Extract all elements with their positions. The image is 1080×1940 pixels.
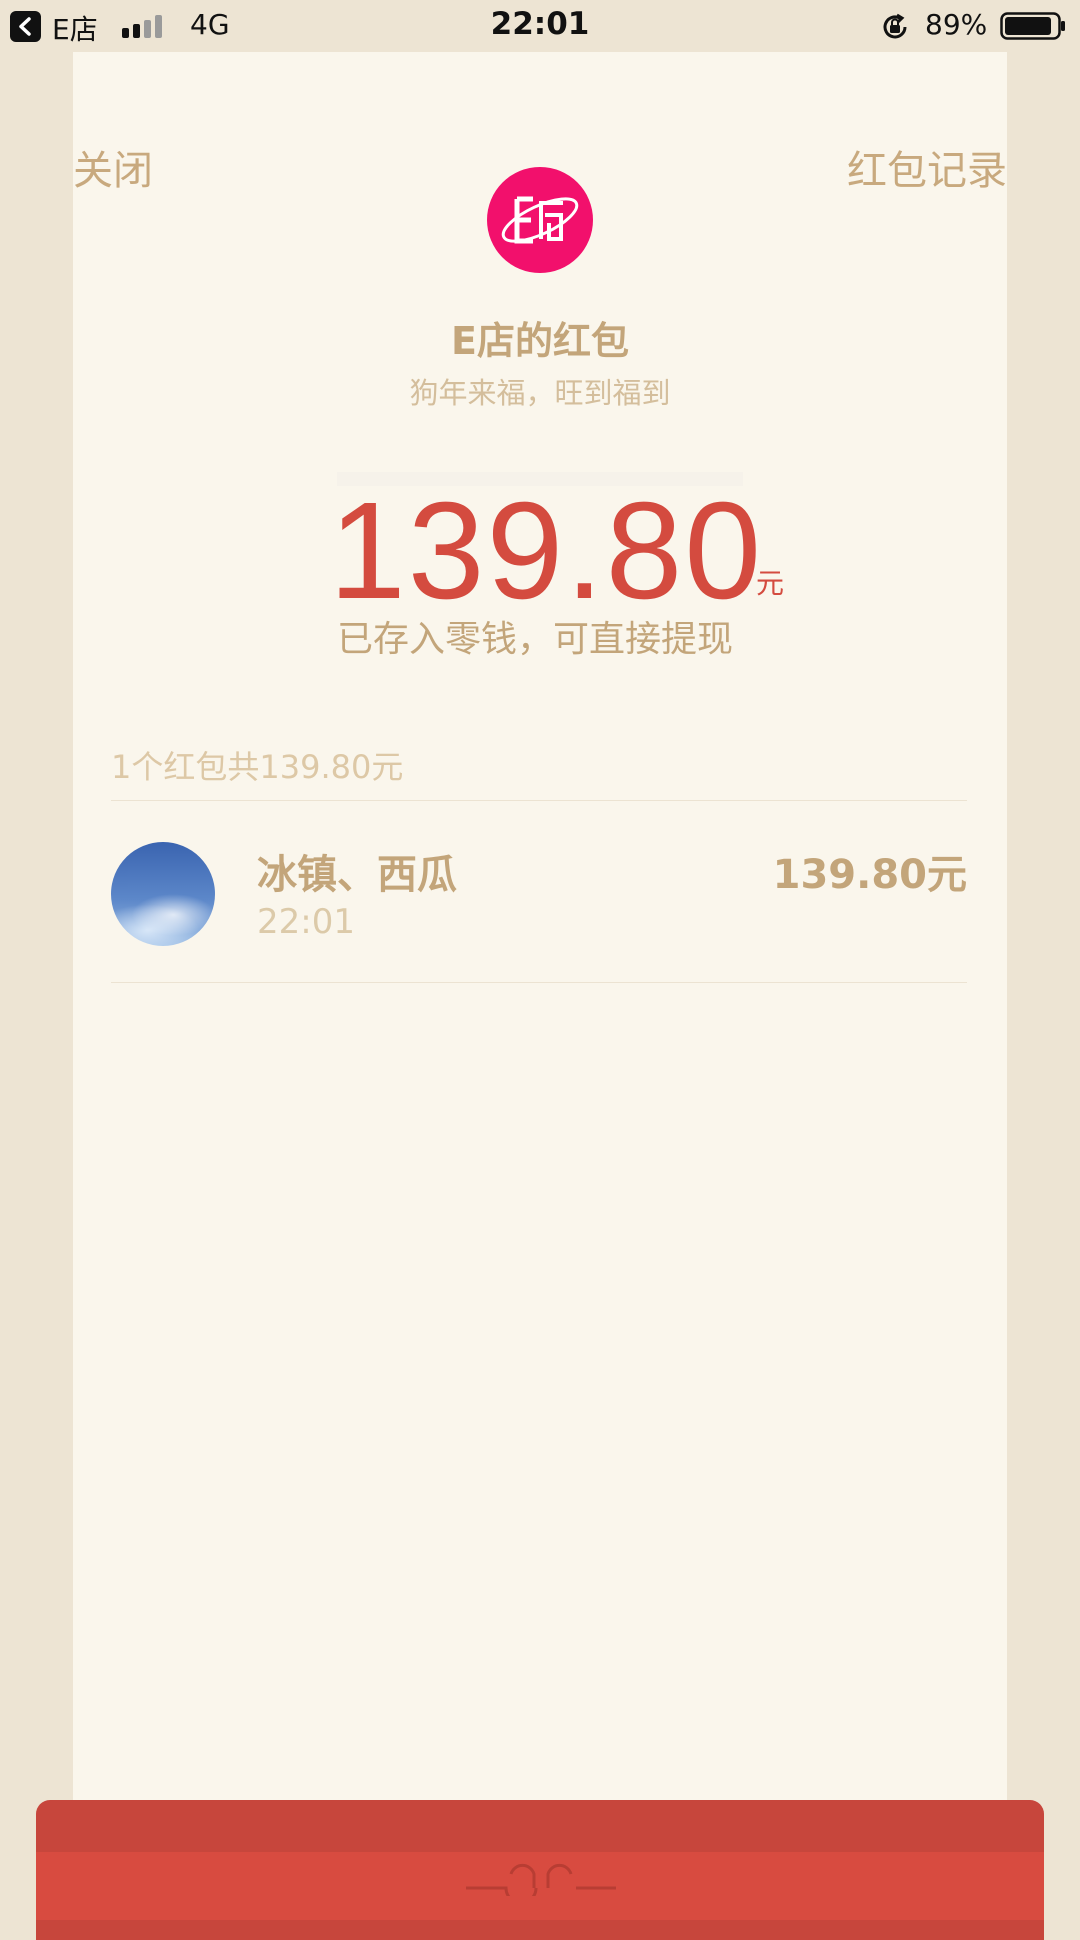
recipient-name: 冰镇、西瓜 bbox=[257, 852, 457, 898]
recipient-amount: 139.80元 bbox=[772, 852, 967, 898]
rotation-lock-icon bbox=[883, 13, 907, 39]
amount-unit: 元 bbox=[756, 567, 785, 600]
envelope-summary: 1个红包共139.80元 bbox=[111, 748, 404, 786]
battery-icon bbox=[1000, 12, 1065, 40]
divider bbox=[111, 800, 967, 801]
sender-title: E店的红包 bbox=[451, 319, 629, 363]
close-button[interactable]: 关闭 bbox=[73, 138, 153, 196]
red-envelope-records-link[interactable]: 红包记录 bbox=[847, 138, 1007, 196]
saved-to-balance-note[interactable]: 已存入零钱，可直接提现 bbox=[337, 610, 733, 662]
amount-section: 139.80 元 已存入零钱，可直接提现 bbox=[73, 462, 1007, 662]
envelope-decoration-icon bbox=[466, 1864, 616, 1896]
status-bar: E店 4G 22:01 89% bbox=[0, 0, 1080, 52]
recipient-time: 22:01 bbox=[257, 902, 355, 942]
red-envelope-detail-card: 关闭 红包记录 E店的红包 狗年来福，旺到福到 139.80 元 已存入零钱，可… bbox=[73, 52, 1007, 1852]
received-amount: 139.80 bbox=[329, 474, 764, 628]
greeting-text: 狗年来福，旺到福到 bbox=[409, 376, 671, 410]
shop-logo-icon bbox=[487, 167, 593, 273]
avatar[interactable] bbox=[111, 842, 215, 946]
battery-percent: 89% bbox=[925, 8, 988, 41]
divider bbox=[111, 982, 967, 983]
status-time: 22:01 bbox=[490, 6, 590, 42]
envelope-base bbox=[36, 1852, 1044, 1920]
